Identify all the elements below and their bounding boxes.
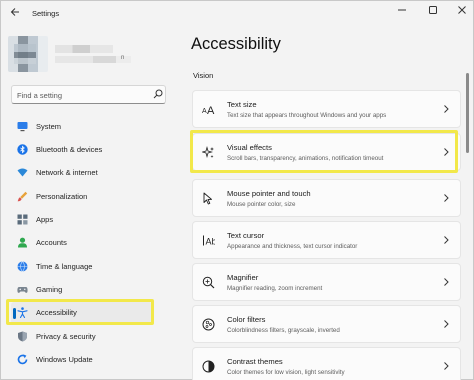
maximize-icon bbox=[429, 6, 437, 14]
setting-card-magnifier[interactable]: Magnifier Magnifier reading, zoom increm… bbox=[192, 263, 461, 301]
sidebar-item-gaming[interactable]: Gaming bbox=[11, 279, 153, 301]
sidebar-item-network[interactable]: Network & internet bbox=[11, 162, 153, 184]
gamepad-icon bbox=[17, 287, 28, 293]
sidebar-item-system[interactable]: System bbox=[11, 116, 153, 138]
page-title: Accessibility bbox=[191, 35, 281, 53]
avatar[interactable] bbox=[8, 36, 48, 72]
sidebar-item-accounts[interactable]: Accounts bbox=[11, 232, 153, 254]
title-bar: Settings bbox=[1, 1, 473, 25]
card-subtitle: Magnifier reading, zoom increment bbox=[227, 285, 323, 292]
sidebar-item-label: Time & language bbox=[36, 262, 93, 271]
sidebar-item-label: Personalization bbox=[36, 192, 88, 201]
close-icon bbox=[458, 6, 466, 14]
window-title: Settings bbox=[32, 9, 60, 18]
wifi-icon bbox=[17, 168, 28, 177]
globe-clock-icon bbox=[17, 261, 28, 272]
highlight-box-accessibility bbox=[6, 299, 154, 325]
chevron-right-icon bbox=[444, 320, 449, 328]
section-heading-vision: Vision bbox=[193, 71, 214, 80]
card-title: Contrast themes bbox=[227, 357, 283, 366]
search-box[interactable] bbox=[11, 85, 166, 104]
sidebar-item-label: Bluetooth & devices bbox=[36, 145, 103, 154]
profile-email-blurred bbox=[55, 56, 131, 63]
text-size-icon: A A bbox=[202, 105, 215, 116]
profile-email-fragment: n bbox=[121, 55, 125, 61]
text-cursor-icon: Ab bbox=[203, 235, 216, 247]
sidebar-item-label: Gaming bbox=[36, 285, 63, 294]
setting-card-contrast-themes[interactable]: Contrast themes Color themes for low vis… bbox=[192, 347, 461, 380]
chevron-right-icon bbox=[444, 236, 449, 244]
svg-text:A: A bbox=[207, 105, 215, 116]
mouse-pointer-icon bbox=[203, 192, 212, 205]
update-icon bbox=[17, 354, 28, 365]
shield-icon bbox=[18, 331, 27, 342]
sidebar-item-label: Apps bbox=[36, 215, 54, 224]
card-title: Color filters bbox=[227, 315, 266, 324]
bluetooth-icon bbox=[17, 144, 28, 155]
highlight-box-visual-effects bbox=[190, 130, 458, 173]
card-subtitle: Appearance and thickness, text cursor in… bbox=[227, 243, 358, 250]
chevron-right-icon bbox=[444, 362, 449, 370]
setting-card-mouse-pointer[interactable]: Mouse pointer and touch Mouse pointer co… bbox=[192, 179, 461, 217]
card-subtitle: Mouse pointer color, size bbox=[227, 201, 296, 208]
card-title: Mouse pointer and touch bbox=[227, 189, 311, 198]
sidebar-item-label: Network & internet bbox=[36, 168, 98, 177]
chevron-right-icon bbox=[444, 105, 449, 113]
svg-text:Ab: Ab bbox=[206, 237, 216, 247]
card-title: Magnifier bbox=[227, 273, 259, 282]
sidebar-item-apps[interactable]: Apps bbox=[11, 209, 153, 231]
settings-window: Settings n System Blue bbox=[0, 0, 474, 380]
arrow-left-icon bbox=[10, 8, 19, 16]
setting-card-color-filters[interactable]: Color filters Colorblindness filters, gr… bbox=[192, 305, 461, 343]
maximize-button[interactable] bbox=[425, 5, 441, 19]
sidebar-item-personalization[interactable]: Personalization bbox=[11, 186, 153, 208]
sidebar-item-label: Accounts bbox=[36, 238, 67, 247]
sidebar-item-bluetooth[interactable]: Bluetooth & devices bbox=[11, 139, 153, 161]
setting-card-text-cursor[interactable]: Ab Text cursor Appearance and thickness,… bbox=[192, 221, 461, 259]
search-input[interactable] bbox=[17, 88, 147, 102]
person-icon bbox=[18, 237, 27, 248]
minimize-button[interactable] bbox=[394, 5, 410, 19]
color-filter-icon bbox=[202, 318, 215, 331]
profile-name-blurred bbox=[55, 45, 113, 53]
sidebar-item-label: Windows Update bbox=[36, 355, 93, 364]
card-subtitle: Colorblindness filters, grayscale, inver… bbox=[227, 327, 340, 334]
setting-card-text-size[interactable]: A A Text size Text size that appears thr… bbox=[192, 90, 461, 128]
back-button[interactable] bbox=[8, 7, 22, 19]
main-scrollbar[interactable] bbox=[466, 73, 469, 153]
magnifier-icon bbox=[202, 276, 215, 289]
card-title: Text cursor bbox=[227, 231, 265, 240]
minimize-icon bbox=[398, 9, 406, 11]
sidebar-item-windows-update[interactable]: Windows Update bbox=[11, 349, 153, 371]
card-title: Text size bbox=[227, 100, 257, 109]
contrast-icon bbox=[202, 360, 215, 373]
chevron-right-icon bbox=[444, 278, 449, 286]
sidebar-item-label: Privacy & security bbox=[36, 332, 96, 341]
chevron-right-icon bbox=[444, 194, 449, 202]
sidebar-item-time-language[interactable]: Time & language bbox=[11, 256, 153, 278]
close-button[interactable] bbox=[454, 5, 470, 19]
sidebar-item-privacy[interactable]: Privacy & security bbox=[11, 326, 153, 348]
card-subtitle: Text size that appears throughout Window… bbox=[227, 112, 387, 119]
monitor-icon bbox=[17, 122, 28, 132]
brush-icon bbox=[17, 191, 28, 202]
apps-icon bbox=[17, 214, 28, 225]
sidebar-item-label: System bbox=[36, 122, 62, 131]
card-subtitle: Color themes for low vision, light sensi… bbox=[227, 369, 345, 376]
search-icon[interactable] bbox=[153, 89, 163, 99]
